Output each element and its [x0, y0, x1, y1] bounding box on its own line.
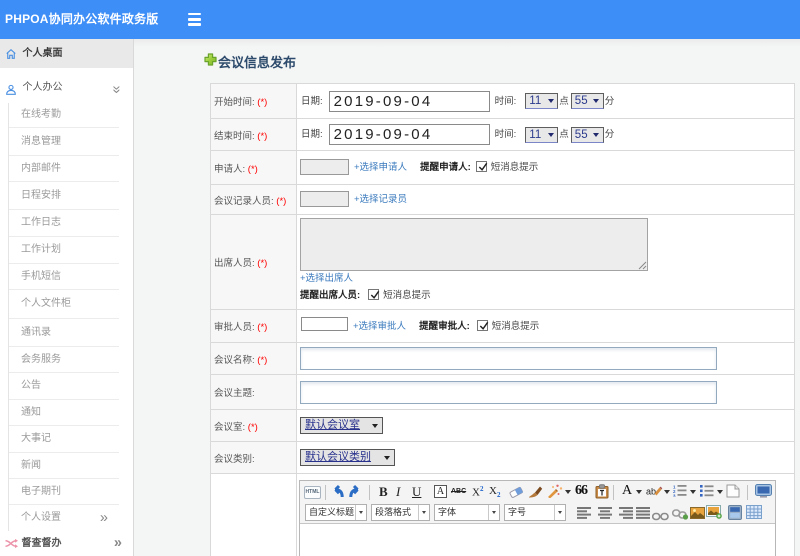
svg-text:3: 3	[673, 494, 676, 498]
svg-text:ab: ab	[646, 487, 656, 497]
